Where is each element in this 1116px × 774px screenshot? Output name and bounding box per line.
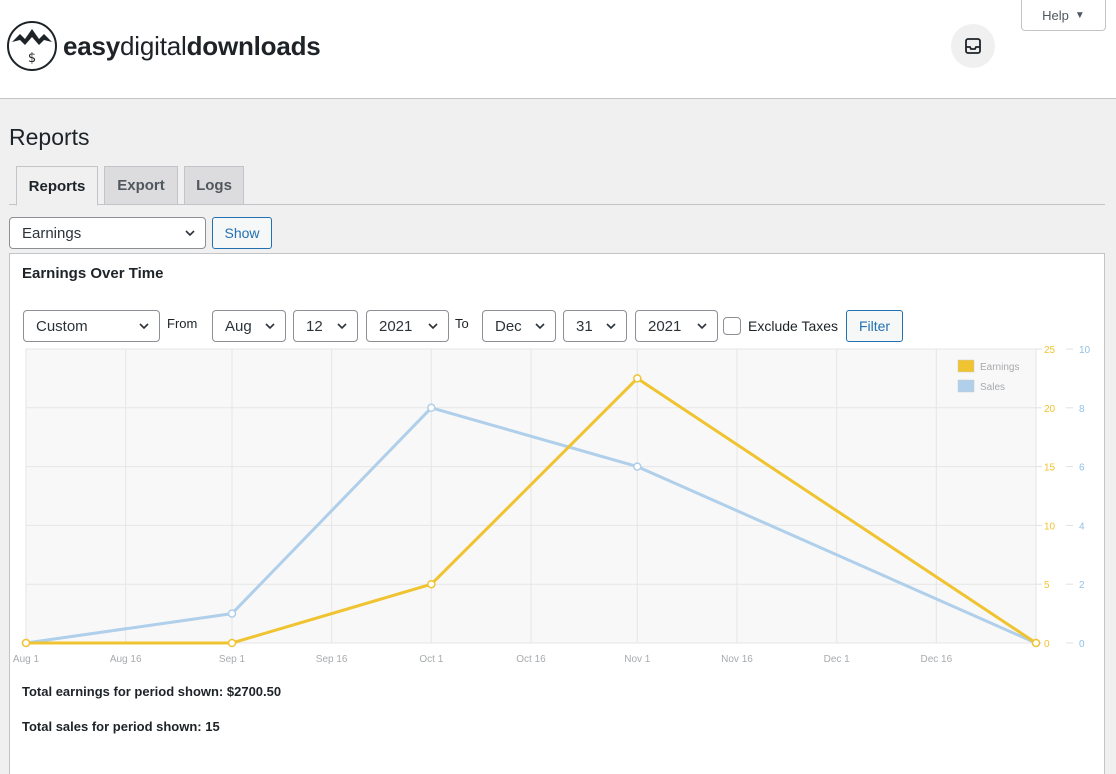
y-tick-label-sales: 8 [1079, 404, 1085, 415]
legend-label-earnings: Earnings [980, 362, 1019, 373]
to-label: To [455, 316, 469, 331]
x-tick-label: Dec 16 [920, 654, 952, 665]
tab-logs[interactable]: Logs [184, 166, 244, 205]
y-tick-label-sales: 2 [1079, 580, 1085, 591]
tab-reports[interactable]: Reports [16, 166, 98, 206]
exclude-taxes-checkbox[interactable] [723, 317, 741, 335]
y-tick-label-earnings: 15 [1044, 463, 1056, 474]
chevron-down-icon [185, 230, 195, 237]
data-point-sales [633, 462, 642, 471]
data-point-earnings [633, 374, 642, 383]
data-point-sales [227, 609, 237, 618]
from-label: From [167, 316, 198, 331]
to-month-value: Dec [495, 317, 522, 335]
earnings-chart: Aug 1 Aug 16 Sep 1 Sep 16 Oct 1 Oct 16 Nov 1 No… [13, 345, 1091, 665]
chevron-down-icon [265, 323, 275, 330]
from-day-select[interactable]: 12 [293, 310, 358, 342]
data-point-earnings [1031, 638, 1041, 648]
total-sales: Total sales for period shown: 15 [22, 719, 220, 734]
legend-label-sales: Sales [980, 382, 1005, 393]
logo-text: easydigitaldownloads [63, 30, 321, 61]
from-day-value: 12 [306, 317, 323, 335]
y-tick-label-earnings: 5 [1044, 580, 1050, 591]
date-range-value: Custom [36, 317, 88, 335]
y-tick-label-sales: 10 [1079, 345, 1091, 356]
data-point-sales [427, 403, 436, 413]
from-month-select[interactable]: Aug [212, 310, 286, 342]
from-month-value: Aug [225, 317, 252, 335]
panel-title: Earnings Over Time [22, 265, 164, 282]
y-tick-label-earnings: 0 [1044, 639, 1050, 650]
to-month-select[interactable]: Dec [482, 310, 556, 342]
chevron-down-icon [606, 323, 616, 330]
x-tick-label: Dec 1 [824, 654, 851, 665]
inbox-button[interactable] [951, 24, 995, 68]
x-tick-label: Oct 16 [516, 654, 546, 665]
caret-down-icon: ▼ [1074, 9, 1085, 21]
filter-button[interactable]: Filter [846, 310, 903, 342]
edd-logo[interactable]: $ easydigitaldownloads [6, 20, 321, 72]
legend-swatch-sales [957, 379, 975, 393]
edd-logo-icon: $ [7, 21, 57, 71]
inbox-tray-icon [965, 38, 981, 54]
chevron-down-icon [139, 323, 149, 330]
to-day-value: 31 [576, 317, 593, 335]
y-tick-label-earnings: 25 [1044, 345, 1056, 356]
x-tick-label: Nov 1 [624, 654, 651, 665]
to-day-select[interactable]: 31 [563, 310, 627, 342]
y-tick-label-sales: 0 [1079, 639, 1085, 650]
to-year-value: 2021 [648, 317, 682, 335]
chevron-down-icon [697, 323, 707, 330]
data-point-earnings [227, 638, 237, 648]
y-tick-label-earnings: 20 [1044, 404, 1056, 415]
data-point-earnings [427, 579, 436, 589]
legend-swatch-earnings [957, 359, 975, 373]
x-tick-label: Aug 16 [110, 654, 142, 665]
chevron-down-icon [535, 323, 545, 330]
to-year-select[interactable]: 2021 [635, 310, 718, 342]
help-button[interactable]: Help ▼ [1021, 0, 1106, 31]
svg-text:$: $ [28, 51, 36, 66]
x-tick-label: Sep 16 [316, 654, 348, 665]
from-year-select[interactable]: 2021 [366, 310, 449, 342]
chevron-down-icon [337, 323, 347, 330]
y-tick-label-sales: 4 [1079, 521, 1085, 532]
data-point-earnings [21, 638, 31, 648]
y-tick-label-sales: 6 [1079, 463, 1085, 474]
report-type-select[interactable]: Earnings [9, 217, 206, 249]
show-button[interactable]: Show [212, 217, 272, 249]
exclude-taxes-label: Exclude Taxes [748, 318, 839, 334]
x-tick-label: Nov 16 [721, 654, 753, 665]
top-bar: $ easydigitaldownloads [0, 0, 1116, 99]
help-label: Help [1042, 7, 1069, 23]
total-earnings: Total earnings for period shown: $2700.5… [22, 684, 282, 699]
x-tick-label: Oct 1 [419, 654, 443, 665]
from-year-value: 2021 [379, 317, 413, 335]
chevron-down-icon [428, 323, 438, 330]
y-tick-label-earnings: 10 [1044, 521, 1056, 532]
report-type-value: Earnings [22, 224, 82, 242]
x-tick-label: Aug 1 [13, 654, 40, 665]
x-tick-label: Sep 1 [219, 654, 246, 665]
tab-export[interactable]: Export [104, 166, 178, 205]
page-title: Reports [9, 124, 90, 150]
date-range-select[interactable]: Custom [23, 310, 160, 342]
